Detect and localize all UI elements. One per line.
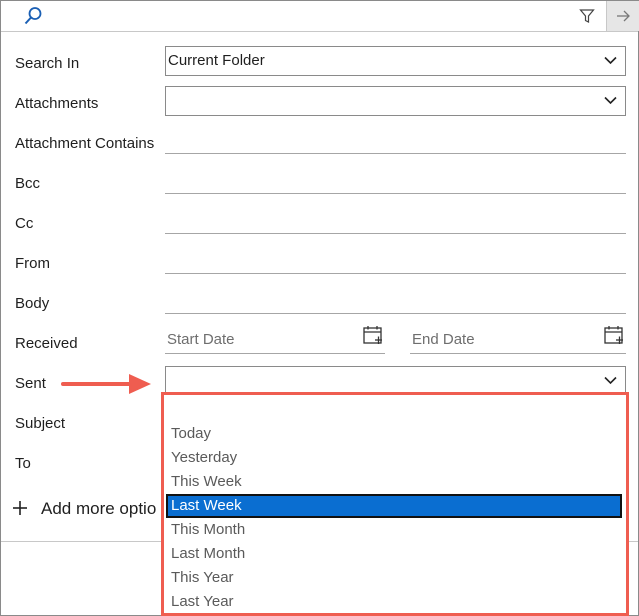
dropdown-option-this-week[interactable]: This Week	[166, 471, 622, 493]
calendar-icon[interactable]	[604, 325, 624, 345]
attachments-label: Attachments	[15, 95, 99, 112]
sent-label: Sent	[15, 375, 46, 392]
subject-label: Subject	[15, 415, 66, 432]
add-more-options-label: Add more optio	[41, 499, 157, 518]
search-in-select[interactable]: Current Folder	[165, 46, 626, 76]
option-label: This Year	[171, 569, 234, 586]
search-toolbar	[1, 1, 639, 32]
option-label: Yesterday	[171, 449, 238, 466]
option-label: This Month	[171, 521, 246, 538]
option-label: Today	[171, 425, 212, 442]
body-label: Body	[15, 295, 50, 312]
search-icon[interactable]	[23, 6, 43, 26]
end-date-placeholder: End Date	[412, 331, 475, 348]
annotation-arrow-icon	[61, 374, 151, 394]
option-label: Last Month	[171, 545, 246, 562]
search-in-label: Search In	[15, 55, 80, 72]
cc-label: Cc	[15, 215, 34, 232]
start-date-input[interactable]: Start Date	[165, 326, 385, 354]
search-in-value: Current Folder	[168, 52, 265, 69]
option-label: Last Week	[171, 497, 242, 514]
cc-input[interactable]	[165, 233, 626, 234]
dropdown-option-this-year[interactable]: This Year	[166, 567, 622, 589]
plus-icon	[13, 501, 27, 515]
attachment-contains-label: Attachment Contains	[15, 135, 155, 152]
received-label: Received	[15, 335, 78, 352]
dropdown-option-last-month[interactable]: Last Month	[166, 543, 622, 565]
run-search-button[interactable]	[606, 1, 639, 31]
filter-icon[interactable]	[579, 8, 595, 24]
attachment-contains-input[interactable]	[165, 153, 626, 154]
chevron-down-icon	[604, 96, 617, 105]
dropdown-option-today[interactable]: Today	[166, 423, 622, 445]
bcc-input[interactable]	[165, 193, 626, 194]
chevron-down-icon	[604, 56, 617, 65]
chevron-down-icon	[604, 376, 617, 385]
dropdown-option-last-week[interactable]: Last Week	[166, 494, 622, 518]
dropdown-option-yesterday[interactable]: Yesterday	[166, 447, 622, 469]
bcc-label: Bcc	[15, 175, 41, 192]
arrow-right-icon	[617, 10, 630, 22]
dropdown-option-last-year[interactable]: Last Year	[166, 591, 622, 613]
option-label: This Week	[171, 473, 242, 490]
end-date-input[interactable]: End Date	[410, 326, 626, 354]
from-label: From	[15, 255, 50, 272]
calendar-icon[interactable]	[363, 325, 383, 345]
attachments-select[interactable]	[165, 86, 626, 116]
to-label: To	[15, 455, 31, 472]
option-label: Last Year	[171, 593, 234, 610]
dropdown-option-this-month[interactable]: This Month	[166, 519, 622, 541]
sent-dropdown-list: Today Yesterday This Week Last Week This…	[161, 392, 629, 616]
body-input[interactable]	[165, 313, 626, 314]
from-input[interactable]	[165, 273, 626, 274]
start-date-placeholder: Start Date	[167, 331, 235, 348]
